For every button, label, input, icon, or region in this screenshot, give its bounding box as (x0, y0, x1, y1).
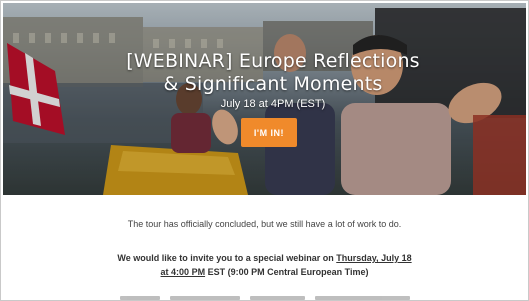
webinar-date: July 18 at 4PM (EST) (220, 98, 326, 110)
invite-text: We would like to invite you to a special… (0, 251, 529, 279)
intro-text: The tour has officially concluded, but w… (127, 219, 402, 229)
webinar-title-line1: [WEBINAR] Europe Reflections (126, 50, 420, 72)
webinar-title: [WEBINAR] Europe Reflections & Significa… (63, 50, 483, 96)
hero-banner: [WEBINAR] Europe Reflections & Significa… (3, 3, 526, 195)
webinar-title-line2: & Significant Moments (163, 73, 383, 95)
invite-suffix: EST (9:00 PM Central European Time) (205, 267, 369, 277)
im-in-button[interactable]: I'M IN! (241, 118, 297, 147)
cut-off-text-line (120, 296, 410, 301)
invite-prefix: We would like to invite you to a special… (117, 253, 337, 263)
webinar-date-link[interactable]: Thursday, July 18 (336, 253, 411, 263)
webinar-time-link[interactable]: at 4:00 PM (161, 267, 206, 277)
